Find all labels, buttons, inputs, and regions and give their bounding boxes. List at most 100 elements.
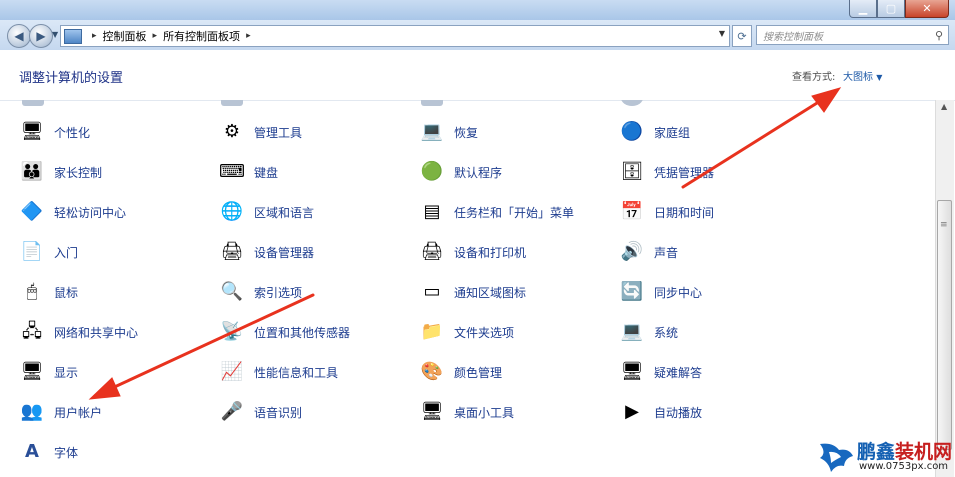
item-homegroup[interactable]: 🔵 家庭组 <box>619 119 690 145</box>
item-label[interactable]: 管理工具 <box>254 124 302 141</box>
item-label[interactable]: 颜色管理 <box>454 364 502 381</box>
item-label[interactable]: 语音识别 <box>254 404 302 421</box>
item-label[interactable]: 默认程序 <box>454 164 502 181</box>
item-display[interactable]: 🖥 显示 <box>19 359 78 385</box>
item-label[interactable]: 键盘 <box>254 164 278 181</box>
admin-tools-icon: ⚙ <box>223 121 241 142</box>
item-mouse[interactable]: 🖱 鼠标 <box>19 279 78 305</box>
parental-controls-icon: 👪 <box>20 161 44 182</box>
watermark-brand-part2: 装机网 <box>895 441 953 463</box>
item-network-sharing[interactable]: 🖧 网络和共享中心 <box>19 319 138 345</box>
item-label[interactable]: 日期和时间 <box>654 204 714 221</box>
item-label[interactable]: 桌面小工具 <box>454 404 514 421</box>
item-label[interactable]: 通知区域图标 <box>454 284 526 301</box>
address-bar[interactable]: ▸ 控制面板 ▸ 所有控制面板项 ▸ ▼ <box>60 25 730 47</box>
item-indexing-options[interactable]: 🔍 索引选项 <box>219 279 302 305</box>
breadcrumb-separator-icon[interactable]: ▸ <box>246 31 251 41</box>
minimize-icon: ▁ <box>858 2 868 15</box>
search-icon[interactable]: ⚲ <box>935 29 943 42</box>
view-by-value[interactable]: 大图标 <box>843 72 873 83</box>
item-label[interactable]: 设备和打印机 <box>454 244 526 261</box>
item-region-language[interactable]: 🌐 区域和语言 <box>219 199 314 225</box>
forward-arrow-icon: ▶ <box>36 29 46 43</box>
item-getting-started[interactable]: 📄 入门 <box>19 239 78 265</box>
item-recovery[interactable]: 💻 恢复 <box>419 119 478 145</box>
date-time-icon: 📅 <box>620 201 644 222</box>
item-label[interactable]: 家长控制 <box>54 164 102 181</box>
item-devices-printers[interactable]: 🖨 设备和打印机 <box>419 239 526 265</box>
watermark-url: www.0753px.com <box>859 461 949 472</box>
item-label[interactable]: 鼠标 <box>54 284 78 301</box>
refresh-button[interactable]: ⟳ <box>732 25 752 47</box>
vertical-scrollbar[interactable]: ▲ ≡ <box>935 100 954 477</box>
network-icon: 🖧 <box>21 321 43 342</box>
item-label[interactable]: 同步中心 <box>654 284 702 301</box>
maximize-button[interactable]: ▢ <box>877 0 905 18</box>
breadcrumb-all-items[interactable]: 所有控制面板项 <box>163 28 240 44</box>
item-label[interactable]: 入门 <box>54 244 78 261</box>
item-autoplay[interactable]: ▶ 自动播放 <box>619 399 702 425</box>
item-folder-options[interactable]: 📁 文件夹选项 <box>419 319 514 345</box>
item-label[interactable]: 任务栏和「开始」菜单 <box>454 204 574 221</box>
item-fonts[interactable]: A 字体 <box>19 439 78 465</box>
item-label[interactable]: 疑难解答 <box>654 364 702 381</box>
item-label[interactable]: 家庭组 <box>654 124 690 141</box>
item-notification-icons[interactable]: ▭ 通知区域图标 <box>419 279 526 305</box>
item-label[interactable]: 系统 <box>654 324 678 341</box>
item-ease-of-access[interactable]: 🔷 轻松访问中心 <box>19 199 126 225</box>
item-label[interactable]: 设备管理器 <box>254 244 314 261</box>
breadcrumb-control-panel[interactable]: 控制面板 <box>103 28 147 44</box>
item-admin-tools[interactable]: ⚙ 管理工具 <box>219 119 302 145</box>
homegroup-icon: 🔵 <box>620 121 644 142</box>
recent-pages-dropdown-icon[interactable]: ▼ <box>52 30 58 39</box>
item-color-management[interactable]: 🎨 颜色管理 <box>419 359 502 385</box>
scrollbar-thumb[interactable] <box>937 200 952 450</box>
item-label[interactable]: 凭据管理器 <box>654 164 714 181</box>
view-by-dropdown[interactable]: 大图标 ▼ <box>843 68 882 83</box>
forward-button[interactable]: ▶ <box>29 24 53 48</box>
item-label[interactable]: 恢复 <box>454 124 478 141</box>
item-speech-recognition[interactable]: 🎤 语音识别 <box>219 399 302 425</box>
search-input[interactable]: 搜索控制面板 ⚲ <box>756 25 949 45</box>
close-button[interactable]: ✕ <box>905 0 949 18</box>
item-desktop-gadgets[interactable]: 🖥 桌面小工具 <box>419 399 514 425</box>
item-parental-controls[interactable]: 👪 家长控制 <box>19 159 102 185</box>
item-label[interactable]: 用户帐户 <box>54 404 102 421</box>
item-label[interactable]: 位置和其他传感器 <box>254 324 350 341</box>
display-icon: 🖥 <box>20 361 44 382</box>
item-label[interactable]: 文件夹选项 <box>454 324 514 341</box>
item-performance-tools[interactable]: 📈 性能信息和工具 <box>219 359 338 385</box>
item-keyboard[interactable]: ⌨ 键盘 <box>219 159 278 185</box>
item-sync-center[interactable]: 🔄 同步中心 <box>619 279 702 305</box>
minimize-button[interactable]: ▁ <box>849 0 877 18</box>
item-label[interactable]: 性能信息和工具 <box>254 364 338 381</box>
item-label[interactable]: 网络和共享中心 <box>54 324 138 341</box>
chevron-down-icon[interactable]: ▼ <box>876 73 882 82</box>
ease-of-access-icon: 🔷 <box>20 201 44 222</box>
item-label[interactable]: 区域和语言 <box>254 204 314 221</box>
item-label[interactable]: 自动播放 <box>654 404 702 421</box>
breadcrumb-separator-icon[interactable]: ▸ <box>92 31 97 41</box>
item-date-time[interactable]: 📅 日期和时间 <box>619 199 714 225</box>
item-troubleshooting[interactable]: 🖥 疑难解答 <box>619 359 702 385</box>
item-label[interactable]: 字体 <box>54 444 78 461</box>
item-personalization[interactable]: 🖥 个性化 <box>19 119 90 145</box>
address-dropdown-icon[interactable]: ▼ <box>719 29 725 38</box>
title-bar: ▁ ▢ ✕ <box>0 0 955 20</box>
item-credential-manager[interactable]: 🗄 凭据管理器 <box>619 159 714 185</box>
item-sound[interactable]: 🔊 声音 <box>619 239 678 265</box>
item-location-sensors[interactable]: 📡 位置和其他传感器 <box>219 319 350 345</box>
item-label[interactable]: 个性化 <box>54 124 90 141</box>
item-label[interactable]: 轻松访问中心 <box>54 204 126 221</box>
breadcrumb-separator-icon[interactable]: ▸ <box>153 31 158 41</box>
item-system[interactable]: 💻 系统 <box>619 319 678 345</box>
item-device-manager[interactable]: 🖨 设备管理器 <box>219 239 314 265</box>
item-label[interactable]: 索引选项 <box>254 284 302 301</box>
item-label[interactable]: 声音 <box>654 244 678 261</box>
item-label[interactable]: 显示 <box>54 364 78 381</box>
item-default-programs[interactable]: 🟢 默认程序 <box>419 159 502 185</box>
item-user-accounts[interactable]: 👥 用户帐户 <box>19 399 102 425</box>
scroll-up-arrow-icon[interactable]: ▲ <box>941 102 947 111</box>
back-button[interactable]: ◀ <box>7 24 31 48</box>
item-taskbar-start-menu[interactable]: ▤ 任务栏和「开始」菜单 <box>419 199 574 225</box>
